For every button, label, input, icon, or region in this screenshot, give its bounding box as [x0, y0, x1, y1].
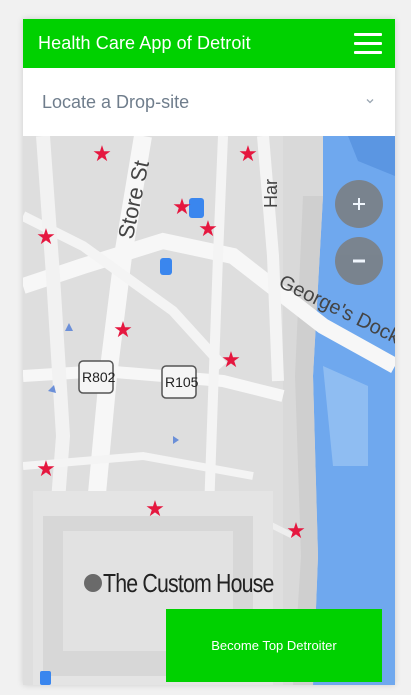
- dropsite-marker[interactable]: ★: [35, 458, 57, 480]
- dropsite-marker[interactable]: ★: [197, 218, 219, 240]
- become-top-detroiter-button[interactable]: Become Top Detroiter: [166, 609, 382, 682]
- map-label-partial-street: Har: [261, 178, 281, 208]
- zoom-in-button[interactable]: [335, 180, 383, 228]
- dropsite-marker[interactable]: ★: [112, 319, 134, 341]
- dropsite-marker[interactable]: ★: [220, 349, 242, 371]
- dropsite-marker[interactable]: ★: [237, 143, 259, 165]
- dropsite-marker[interactable]: ★: [35, 226, 57, 248]
- app-header: Health Care App of Detroit: [23, 19, 395, 68]
- map-label-road-r105: R105: [165, 374, 199, 390]
- zoom-out-button[interactable]: [335, 237, 383, 285]
- map-view[interactable]: Store St George's Dock The Custom House …: [23, 136, 395, 685]
- become-top-detroiter-label: Become Top Detroiter: [211, 638, 337, 653]
- app-frame: Health Care App of Detroit Locate a Drop…: [23, 19, 395, 685]
- plus-icon: [353, 198, 365, 210]
- dropsite-marker[interactable]: ★: [144, 498, 166, 520]
- chevron-down-icon: [366, 99, 374, 104]
- app-title: Health Care App of Detroit: [38, 33, 251, 53]
- map-label-road-r802: R802: [82, 369, 116, 385]
- dropsite-select-value: Locate a Drop-site: [42, 91, 190, 112]
- dropsite-select[interactable]: Locate a Drop-site: [23, 68, 395, 136]
- dropsite-marker[interactable]: ★: [91, 143, 113, 165]
- map-label-custom-house: The Custom House: [103, 568, 274, 598]
- dropsite-marker[interactable]: ★: [171, 196, 193, 218]
- menu-icon[interactable]: [354, 33, 382, 54]
- minus-icon: [353, 259, 365, 263]
- dropsite-marker[interactable]: ★: [285, 520, 307, 542]
